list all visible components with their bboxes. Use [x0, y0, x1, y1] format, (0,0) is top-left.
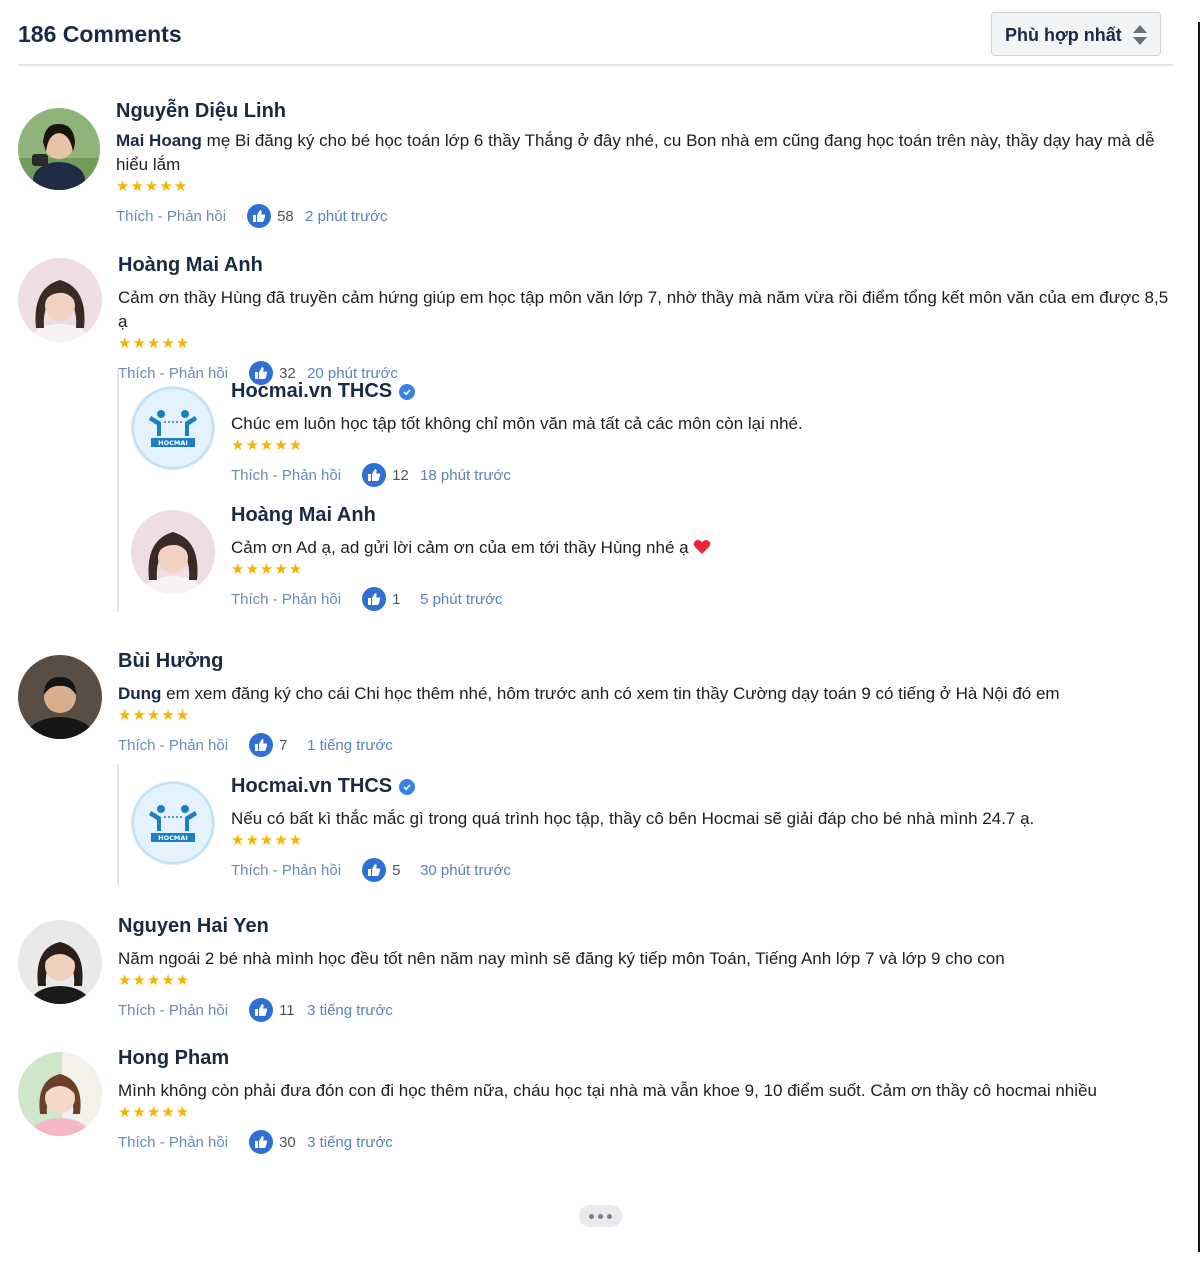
author-name[interactable]: Nguyen Hai Yen: [118, 915, 1168, 938]
rating-stars: ★★★★★: [116, 178, 189, 195]
comment-count: 186 Comments: [18, 21, 182, 47]
dot-icon: [607, 1213, 612, 1219]
reply-thread: HOCMAI Hocmai.vn THCS Chúc em luôn học t…: [117, 369, 1167, 612]
rating-stars: ★★★★★: [231, 437, 304, 454]
timestamp[interactable]: 1 tiếng trước: [307, 737, 393, 754]
timestamp[interactable]: 3 tiếng trước: [307, 1134, 393, 1151]
like-count: 1: [392, 590, 401, 608]
comment-meta: Thích - Phản hồi 5 30 phút trước: [231, 857, 1131, 883]
comment-body: Hoàng Mai Anh Cảm ơn thầy Hùng đã truyền…: [118, 254, 1178, 386]
hocmai-logo-avatar[interactable]: HOCMAI: [131, 781, 215, 865]
comment-meta: Thích - Phản hồi 1 5 phút trước: [231, 586, 1131, 612]
thumbs-up-icon: [249, 733, 274, 757]
comment-body: Hoàng Mai Anh Cảm ơn Ad ạ, ad gửi lời cả…: [231, 504, 1131, 612]
comment-meta: Thích - Phản hồi 12 18 phút trước: [231, 462, 1131, 488]
like-reply-actions[interactable]: Thích - Phản hồi: [231, 591, 341, 608]
comment-text-content: mẹ Bi đăng ký cho bé học toán lớp 6 thầy…: [116, 131, 1155, 174]
rating-stars: ★★★★★: [118, 1104, 191, 1121]
like-reply-actions[interactable]: Thích - Phản hồi: [231, 862, 341, 879]
comment-body: Hocmai.vn THCS Nếu có bất kì thắc mắc gì…: [231, 775, 1131, 883]
comment-text-content: em xem đăng ký cho cái Chi học thêm nhé,…: [161, 684, 1060, 703]
load-more-button[interactable]: [579, 1205, 622, 1227]
timestamp[interactable]: 3 tiếng trước: [307, 1002, 393, 1019]
like-count: 12: [392, 466, 409, 484]
rating-stars: ★★★★★: [231, 561, 304, 578]
comment-meta: Thích - Phản hồi 30 3 tiếng trước: [118, 1129, 1168, 1155]
author-name[interactable]: Hoàng Mai Anh: [231, 504, 1131, 527]
rating-stars: ★★★★★: [231, 832, 304, 849]
comment-body: Bùi Hưởng Dung em xem đăng ký cho cái Ch…: [118, 650, 1168, 758]
comment-text: Chúc em luôn học tập tốt không chỉ môn v…: [231, 414, 803, 433]
dot-icon: [598, 1213, 603, 1219]
like-reply-actions[interactable]: Thích - Phản hồi: [118, 737, 228, 754]
author-name[interactable]: Hong Pham: [118, 1047, 1168, 1070]
like-reply-actions[interactable]: Thích - Phản hồi: [118, 1134, 228, 1151]
avatar[interactable]: [18, 108, 100, 190]
comments-header: 186 Comments Phù hợp nhất: [18, 12, 1173, 66]
verified-badge-icon: [399, 778, 416, 795]
like-reply-actions[interactable]: Thích - Phản hồi: [116, 208, 226, 225]
rating-stars: ★★★★★: [118, 335, 191, 352]
rating-stars: ★★★★★: [118, 707, 191, 724]
avatar[interactable]: [18, 1052, 102, 1136]
like-count: 5: [392, 861, 401, 879]
thumbs-up-icon: [249, 1130, 274, 1154]
thumbs-up-icon: [249, 998, 274, 1022]
avatar[interactable]: [18, 920, 102, 1004]
dot-icon: [589, 1213, 594, 1219]
timestamp[interactable]: 18 phút trước: [420, 467, 511, 484]
reply-thread: HOCMAI Hocmai.vn THCS Nếu có bất kì thắc…: [117, 764, 1167, 886]
sort-dropdown[interactable]: Phù hợp nhất: [991, 12, 1161, 56]
author-name[interactable]: Hocmai.vn THCS: [231, 775, 1131, 798]
comment-meta: Thích - Phản hồi 7 1 tiếng trước: [118, 732, 1168, 758]
like-count: 58: [277, 207, 294, 225]
comment-text: Cảm ơn thầy Hùng đã truyền cảm hứng giúp…: [118, 288, 1169, 331]
thumbs-up-icon: [362, 463, 387, 487]
comment-body: Nguyễn Diệu Linh Mai Hoang mẹ Bi đăng ký…: [116, 100, 1166, 229]
sort-arrows-icon: [1132, 24, 1148, 46]
rating-stars: ★★★★★: [118, 972, 191, 989]
verified-badge-icon: [399, 383, 416, 400]
comment-meta: Thích - Phản hồi 11 3 tiếng trước: [118, 997, 1168, 1023]
timestamp[interactable]: 30 phút trước: [420, 862, 511, 879]
author-name[interactable]: Hoàng Mai Anh: [118, 254, 1178, 277]
hocmai-logo-text: HOCMAI: [158, 834, 188, 842]
heart-icon: [693, 538, 711, 557]
avatar[interactable]: [18, 258, 102, 342]
comment-text-content: Cảm ơn Ad ạ, ad gửi lời cảm ơn của em tớ…: [231, 538, 689, 557]
comment-text: Dung em xem đăng ký cho cái Chi học thêm…: [118, 682, 1168, 706]
sort-label: Phù hợp nhất: [1005, 25, 1122, 45]
comment-body: Hong Pham Mình không còn phải đưa đón co…: [118, 1047, 1168, 1155]
like-count: 11: [279, 1001, 295, 1019]
like-reply-actions[interactable]: Thích - Phản hồi: [231, 467, 341, 484]
hocmai-logo-avatar[interactable]: HOCMAI: [131, 386, 215, 470]
thumbs-up-icon: [362, 587, 387, 611]
comment-text: Mai Hoang mẹ Bi đăng ký cho bé học toán …: [116, 129, 1166, 177]
comment-body: Hocmai.vn THCS Chúc em luôn học tập tốt …: [231, 380, 1131, 488]
comment-body: Nguyen Hai Yen Năm ngoái 2 bé nhà mình h…: [118, 915, 1168, 1023]
author-name[interactable]: Hocmai.vn THCS: [231, 380, 1131, 403]
like-count: 30: [279, 1133, 296, 1151]
author-name[interactable]: Bùi Hưởng: [118, 650, 1168, 673]
thumbs-up-icon: [362, 858, 387, 882]
author-name-text: Hocmai.vn THCS: [231, 775, 393, 797]
mention[interactable]: Dung: [118, 684, 161, 703]
comment-text: Nếu có bất kì thắc mắc gì trong quá trìn…: [231, 809, 1035, 828]
comment-text: Năm ngoái 2 bé nhà mình học đều tốt nên …: [118, 949, 1005, 968]
author-name[interactable]: Nguyễn Diệu Linh: [116, 100, 1166, 123]
timestamp[interactable]: 5 phút trước: [420, 591, 502, 608]
comment-meta: Thích - Phản hồi 58 2 phút trước: [116, 203, 1166, 229]
avatar[interactable]: [18, 655, 102, 739]
author-name-text: Hocmai.vn THCS: [231, 380, 393, 402]
like-reply-actions[interactable]: Thích - Phản hồi: [118, 1002, 228, 1019]
mention[interactable]: Mai Hoang: [116, 131, 202, 150]
avatar[interactable]: [131, 510, 215, 594]
comment-text: Cảm ơn Ad ạ, ad gửi lời cảm ơn của em tớ…: [231, 536, 1131, 560]
hocmai-logo-text: HOCMAI: [158, 439, 188, 447]
timestamp[interactable]: 2 phút trước: [305, 208, 387, 225]
like-count: 7: [279, 736, 288, 754]
page-edge-line: [1198, 22, 1200, 1252]
comment-text: Mình không còn phải đưa đón con đi học t…: [118, 1081, 1097, 1100]
thumbs-up-icon: [247, 204, 272, 228]
